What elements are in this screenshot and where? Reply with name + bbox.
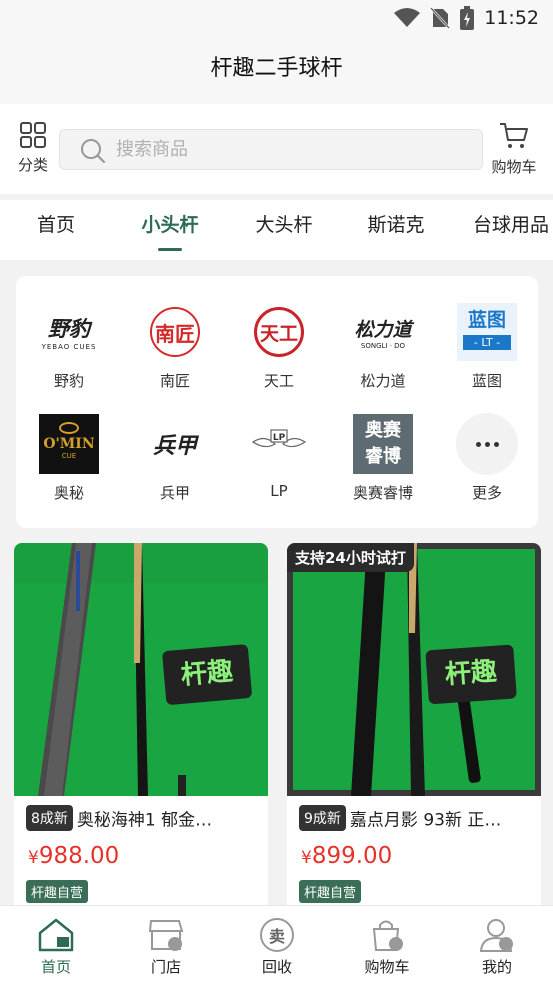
brand-name: 蓝图 (471, 372, 502, 390)
brand-lp[interactable]: LP LP (234, 414, 324, 500)
status-time: 11:52 (484, 7, 539, 29)
brand-bingjia[interactable]: 兵甲 兵甲 (130, 414, 220, 503)
product-title-line: 9成新 嘉点月影 93新 正… (299, 805, 535, 831)
brand-yebao[interactable]: 野豹 YEBAO CUES 野豹 (24, 302, 114, 391)
brand-name: 更多 (471, 484, 502, 502)
brand-name: 奥秘 (53, 484, 84, 502)
status-bar: 11:52 (0, 0, 553, 40)
nav-label: 门店 (150, 958, 181, 976)
bottom-nav: 首页 门店 卖 回收 购物车 我的 (0, 905, 553, 983)
product-image: 杆趣 支持24小时试打 (287, 543, 541, 796)
nav-label: 首页 (40, 958, 71, 976)
brand-nanjiang[interactable]: 南匠 南匠 (130, 302, 220, 391)
brand-name: LP (270, 482, 288, 500)
product-card[interactable]: 杆趣 8成新 奥秘海神1 郁金… ¥988.00 杆趣自营 (14, 543, 268, 943)
app-header: 杆趣二手球杆 (0, 40, 553, 104)
recycle-icon: 卖 (237, 916, 317, 954)
lantu-logo: 蓝图 - LT - (455, 302, 519, 362)
brand-tiangong[interactable]: 天工 天工 (234, 302, 324, 391)
tab-snooker[interactable]: 斯诺克 (356, 200, 436, 260)
search-icon (81, 139, 106, 164)
bingjia-logo: 兵甲 (152, 433, 197, 459)
nav-home[interactable]: 首页 (16, 916, 96, 977)
svg-text:LP: LP (273, 433, 286, 443)
svg-text:杆趣: 杆趣 (444, 657, 498, 691)
more-icon (455, 413, 519, 475)
wifi-icon (394, 8, 421, 27)
brand-name: 南匠 (159, 372, 190, 390)
product-title: 奥秘海神1 郁金… (76, 810, 213, 831)
product-price: ¥899.00 (301, 843, 393, 869)
nav-recycle[interactable]: 卖 回收 (237, 916, 317, 977)
nanjiang-logo: 南匠 (143, 302, 207, 362)
brand-name: 天工 (263, 372, 294, 390)
condition-badge: 8成新 (26, 805, 73, 831)
condition-badge: 9成新 (299, 805, 346, 831)
cart-icon (347, 916, 427, 954)
search-input[interactable] (116, 130, 466, 169)
product-image: 杆趣 (14, 543, 268, 796)
home-icon (16, 916, 96, 954)
songlidao-logo: 松力道 SONGLI · DO (354, 318, 412, 350)
product-title-line: 8成新 奥秘海神1 郁金… (26, 805, 262, 831)
brand-name: 松力道 (360, 372, 406, 390)
page-title: 杆趣二手球杆 (210, 56, 343, 81)
search-box[interactable] (59, 129, 483, 170)
product-title: 嘉点月影 93新 正… (349, 810, 502, 831)
no-sim-icon (430, 7, 451, 29)
tiangong-logo: 天工 (247, 302, 311, 362)
product-price: ¥988.00 (28, 843, 120, 869)
nav-label: 我的 (481, 958, 512, 976)
nav-label: 购物车 (364, 958, 410, 976)
header-cart-button[interactable]: 购物车 (487, 122, 541, 177)
trial-badge: 支持24小时试打 (287, 543, 414, 572)
nav-store[interactable]: 门店 (126, 916, 206, 977)
tab-active-indicator (158, 248, 182, 251)
tab-billiard-supplies[interactable]: 台球用品 (466, 200, 553, 260)
brand-name: 奥赛睿博 (352, 484, 413, 502)
brand-lantu[interactable]: 蓝图 - LT - 蓝图 (442, 302, 532, 391)
tab-big-head-cue[interactable]: 大头杆 (244, 200, 324, 260)
search-row: 分类 购物车 (0, 104, 553, 194)
brand-name: 野豹 (53, 372, 84, 390)
aosai-logo: 奥赛 睿博 (351, 414, 415, 474)
svg-text:杆趣: 杆趣 (180, 656, 234, 690)
omin-logo: O'MIN CUE (37, 414, 101, 474)
profile-icon (457, 916, 537, 954)
nav-profile[interactable]: 我的 (457, 916, 537, 977)
tab-home[interactable]: 首页 (20, 200, 92, 260)
cart-label: 购物车 (491, 158, 537, 176)
nav-label: 回收 (261, 958, 292, 976)
battery-icon (460, 6, 475, 30)
brand-grid: 野豹 YEBAO CUES 野豹 南匠 南匠 天工 天工 松力道 SONGLI … (16, 276, 538, 528)
nav-cart[interactable]: 购物车 (347, 916, 427, 977)
tab-small-head-cue[interactable]: 小头杆 (130, 200, 210, 260)
grid-icon (20, 122, 46, 148)
category-label: 分类 (17, 156, 48, 174)
lp-logo: LP (247, 414, 311, 474)
category-button[interactable]: 分类 (10, 122, 56, 175)
category-tabs: 首页 小头杆 大头杆 斯诺克 台球用品 (0, 200, 553, 260)
yebao-logo: 野豹 YEBAO CUES (41, 316, 97, 351)
self-operated-tag: 杆趣自营 (26, 880, 89, 903)
brand-songlidao[interactable]: 松力道 SONGLI · DO 松力道 (338, 302, 428, 391)
brand-aosairuibo[interactable]: 奥赛 睿博 奥赛睿博 (338, 414, 428, 503)
cart-icon (500, 123, 528, 148)
brand-aomi[interactable]: O'MIN CUE 奥秘 (24, 414, 114, 503)
product-card[interactable]: 杆趣 支持24小时试打 9成新 嘉点月影 93新 正… ¥899.00 杆趣自营 (287, 543, 541, 943)
brand-name: 兵甲 (159, 484, 190, 502)
brand-more-button[interactable]: 更多 (442, 413, 532, 503)
store-icon (126, 916, 206, 954)
self-operated-tag: 杆趣自营 (299, 880, 362, 903)
